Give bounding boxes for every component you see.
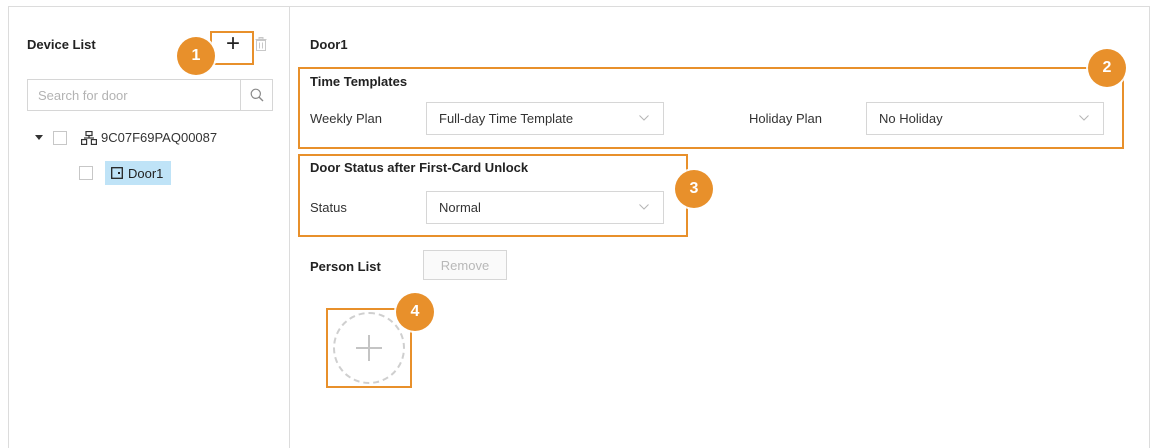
plus-icon[interactable]: + [223,32,243,56]
door-label: Door1 [128,165,164,181]
device-list-title: Device List [27,37,96,52]
search-input[interactable] [28,80,238,110]
plus-icon [356,335,382,361]
status-select[interactable]: Normal [426,191,664,224]
chevron-down-icon [639,204,649,210]
door-status-title: Door Status after First-Card Unlock [310,160,529,175]
page-title: Door1 [310,37,348,52]
callout-badge-1: 1 [177,37,215,75]
callout-badge-2: 2 [1088,49,1126,87]
add-person-button[interactable] [333,312,405,384]
remove-button[interactable]: Remove [423,250,507,280]
add-door-button-highlight: + [210,31,254,65]
network-device-icon [81,130,97,145]
device-list-panel: Device List + 1 Search for door 9C07F69P… [9,7,290,448]
door-tree-item[interactable]: Door1 [105,161,172,185]
weekly-plan-label: Weekly Plan [310,111,383,126]
device-label: 9C07F69PAQ00087 [101,130,218,145]
expand-caret-icon[interactable] [35,135,43,140]
tree-device-row[interactable]: 9C07F69PAQ00087 [35,130,217,145]
search-box [27,79,273,111]
chevron-down-icon [639,115,649,121]
app-frame: Device List + 1 Search for door 9C07F69P… [8,6,1150,448]
weekly-plan-value: Full-day Time Template [439,111,574,126]
search-button[interactable] [240,80,272,110]
chevron-down-icon [1079,115,1089,121]
device-checkbox[interactable] [53,130,67,145]
callout-badge-4: 4 [396,293,434,331]
status-value: Normal [439,200,481,215]
weekly-plan-select[interactable]: Full-day Time Template [426,102,664,135]
person-list-title: Person List [310,259,381,274]
holiday-plan-label: Holiday Plan [749,111,822,126]
tree-door-row[interactable]: Door1 [79,161,172,185]
door-settings-panel: Door1 Time Templates Weekly Plan Full-da… [290,7,1149,448]
trash-icon[interactable] [255,37,267,51]
door-checkbox[interactable] [79,166,93,180]
callout-badge-3: 3 [675,170,713,208]
time-templates-title: Time Templates [310,74,408,89]
door-icon [111,167,123,179]
holiday-plan-select[interactable]: No Holiday [866,102,1104,135]
status-label: Status [310,200,347,215]
holiday-plan-value: No Holiday [879,111,943,126]
search-icon [250,88,263,102]
